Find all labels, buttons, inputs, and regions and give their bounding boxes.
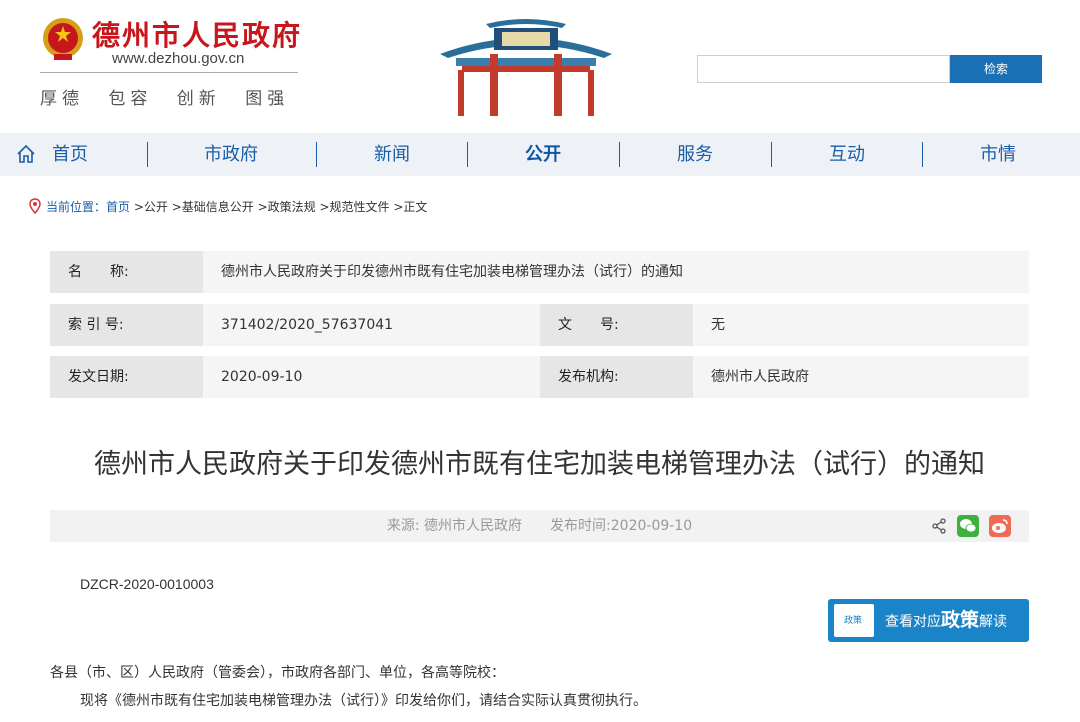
- wechat-share-icon[interactable]: [957, 515, 979, 537]
- nav-divider: [922, 142, 923, 167]
- nav-item-services[interactable]: 服务: [655, 133, 735, 176]
- search-button[interactable]: 检索: [950, 55, 1042, 83]
- weibo-share-icon[interactable]: [989, 515, 1011, 537]
- article-salutation: 各县（市、区）人民政府（管委会），市政府各部门、单位，各高等院校：: [50, 665, 505, 681]
- nav-divider: [771, 142, 772, 167]
- national-emblem-icon[interactable]: [40, 14, 86, 64]
- policy-icon-label: 政策: [844, 616, 863, 626]
- info-name-label: 名 称:: [50, 251, 203, 293]
- policy-interpretation-button[interactable]: 政策 查看对应政策解读: [828, 599, 1029, 642]
- main-nav: 首页 市政府 新闻 公开 服务 互动 市情: [0, 133, 1080, 176]
- slogan: 厚德 包容 创新 图强: [40, 89, 290, 109]
- interp-prefix: 查看对应: [885, 614, 941, 630]
- nav-divider: [467, 142, 468, 167]
- site-header: 德州市人民政府 www.dezhou.gov.cn 厚德 包容 创新 图强 检索: [0, 0, 1080, 133]
- breadcrumb-prefix: 当前位置：: [46, 200, 107, 214]
- nav-divider: [147, 142, 148, 167]
- info-date-value: 2020-09-10: [203, 356, 540, 398]
- info-name-value: 德州市人民政府关于印发德州市既有住宅加装电梯管理办法（试行）的通知: [203, 251, 1029, 293]
- interp-bold: 政策: [941, 609, 980, 631]
- info-org-label: 发布机构:: [540, 356, 693, 398]
- info-index-value: 371402/2020_57637041: [203, 304, 540, 346]
- article-paragraph: 现将《德州市既有住宅加装电梯管理办法（试行）》印发给你们，请结合实际认真贯彻执行…: [80, 693, 647, 709]
- nav-item-government[interactable]: 市政府: [191, 133, 271, 176]
- site-url: www.dezhou.gov.cn: [112, 50, 245, 67]
- info-docno-label: 文 号:: [540, 304, 693, 346]
- article-source-date: 来源: 德州市人民政府 发布时间:2020-09-10: [386, 518, 693, 534]
- location-pin-icon: [29, 198, 41, 214]
- memorial-archway-image: [440, 19, 612, 116]
- document-number: DZCR-2020-0010003: [80, 576, 214, 592]
- info-index-label: 索 引 号:: [50, 304, 203, 346]
- policy-interpretation-label: 查看对应政策解读: [885, 599, 1007, 644]
- breadcrumb-home-link[interactable]: 首页: [106, 200, 130, 214]
- nav-item-public[interactable]: 公开: [503, 133, 583, 176]
- logo-divider: [40, 72, 298, 73]
- nav-divider: [619, 142, 620, 167]
- home-icon[interactable]: [16, 144, 36, 164]
- breadcrumb: 当前位置：首页 >公开 >基础信息公开 >政策法规 >规范性文件 >正文: [28, 198, 427, 215]
- policy-document-icon: 政策: [834, 604, 874, 637]
- nav-item-home[interactable]: 首页: [40, 133, 100, 176]
- breadcrumb-trail[interactable]: >公开 >基础信息公开 >政策法规 >规范性文件 >正文: [130, 200, 428, 214]
- nav-divider: [316, 142, 317, 167]
- info-docno-value: 无: [693, 304, 1029, 346]
- share-icon[interactable]: [931, 518, 947, 534]
- search-input[interactable]: [697, 55, 950, 83]
- article-title: 德州市人民政府关于印发德州市既有住宅加装电梯管理办法（试行）的通知: [94, 449, 985, 480]
- interp-suffix: 解读: [979, 614, 1008, 630]
- nav-item-interaction[interactable]: 互动: [807, 133, 887, 176]
- article-meta-bar: 来源: 德州市人民政府 发布时间:2020-09-10: [50, 510, 1029, 542]
- info-org-value: 德州市人民政府: [693, 356, 1029, 398]
- nav-item-city-info[interactable]: 市情: [958, 133, 1038, 176]
- info-date-label: 发文日期:: [50, 356, 203, 398]
- site-name[interactable]: 德州市人民政府: [92, 14, 302, 54]
- nav-item-news[interactable]: 新闻: [352, 133, 432, 176]
